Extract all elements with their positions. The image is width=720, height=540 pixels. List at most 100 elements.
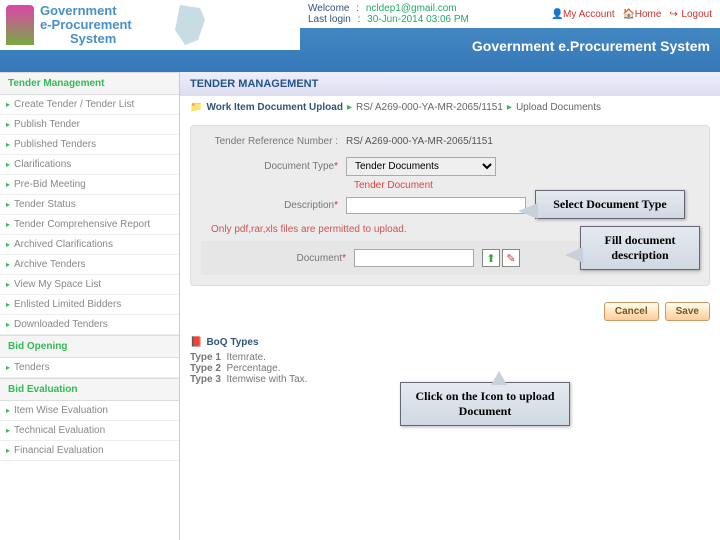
sidebar-head: Bid Evaluation <box>0 378 179 401</box>
boq-head: 📕BoQ Types <box>190 337 710 348</box>
arrow-icon: ▸ <box>6 180 10 189</box>
sidebar-item-label: Create Tender / Tender List <box>14 99 134 110</box>
content: TENDER MANAGEMENT 📁 Work Item Document U… <box>180 72 720 540</box>
sidebar-item-label: View My Space List <box>14 279 101 290</box>
breadcrumb: 📁 Work Item Document Upload ▸ RS/ A269-0… <box>180 96 720 119</box>
system-title: Government e.Procurement System <box>472 38 710 54</box>
sidebar-item-label: Tender Comprehensive Report <box>14 219 150 230</box>
sidebar-item-label: Published Tenders <box>14 139 96 150</box>
arrow-icon: ▸ <box>6 100 10 109</box>
emblem-icon <box>6 5 34 45</box>
user-icon: 👤 <box>551 9 561 19</box>
account-links: 👤My Account 🏠Home ↪Logout <box>551 9 712 20</box>
sidebar-item[interactable]: ▸ Tender Status <box>0 195 179 215</box>
logo-line1: Government <box>40 3 117 18</box>
sidebar-item[interactable]: ▸ Tenders <box>0 358 179 378</box>
sidebar-item-label: Item Wise Evaluation <box>14 405 108 416</box>
arrow-icon: ▸ <box>6 363 10 372</box>
arrow-icon: ▸ <box>6 200 10 209</box>
sidebar-item[interactable]: ▸ Archived Clarifications <box>0 235 179 255</box>
save-button[interactable]: Save <box>665 302 710 321</box>
sidebar-item[interactable]: ▸ Create Tender / Tender List <box>0 95 179 115</box>
sidebar-item-label: Tenders <box>14 362 50 373</box>
upload-icon[interactable]: ⬆ <box>482 249 500 267</box>
arrow-icon: ▸ <box>6 220 10 229</box>
sidebar-item[interactable]: ▸ Archive Tenders <box>0 255 179 275</box>
breadcrumb-tail: Upload Documents <box>516 102 601 113</box>
sidebar-item-label: Clarifications <box>14 159 71 170</box>
logo-line3: System <box>70 31 116 46</box>
sidebar-item-label: Archive Tenders <box>14 259 86 270</box>
sidebar-item-label: Technical Evaluation <box>14 425 105 436</box>
boq-row: Type 1 Itemrate. <box>190 352 710 363</box>
welcome-value: ncldep1@gmail.com <box>366 3 457 14</box>
arrow-icon: ▸ <box>6 160 10 169</box>
arrow-icon: ▸ <box>6 406 10 415</box>
doctype-select[interactable]: Tender Documents <box>346 157 496 176</box>
sidebar-item[interactable]: ▸ Clarifications <box>0 155 179 175</box>
logo-text: Government e-Procurement System <box>40 4 132 47</box>
breadcrumb-label: Work Item Document Upload <box>206 102 343 113</box>
ref-value: RS/ A269-000-YA-MR-2065/1151 <box>346 136 493 147</box>
home-icon: 🏠 <box>623 9 633 19</box>
arrow-icon: ▸ <box>6 140 10 149</box>
document-field[interactable] <box>354 249 474 267</box>
welcome-label: Welcome <box>308 3 350 14</box>
desc-input[interactable] <box>346 197 526 214</box>
button-row: Cancel Save <box>180 292 720 331</box>
sidebar-item[interactable]: ▸ Enlisted Limited Bidders <box>0 295 179 315</box>
sidebar-item[interactable]: ▸ Downloaded Tenders <box>0 315 179 335</box>
sidebar-head: Tender Management <box>0 72 179 95</box>
doc-label: Document* <box>209 253 354 264</box>
ref-label: Tender Reference Number : <box>201 136 346 147</box>
sidebar-item[interactable]: ▸ Publish Tender <box>0 115 179 135</box>
arrow-icon: ▸ <box>6 240 10 249</box>
desc-label: Description* <box>201 200 346 211</box>
logout-link[interactable]: ↪Logout <box>669 9 712 20</box>
sidebar-item-label: Archived Clarifications <box>14 239 113 250</box>
breadcrumb-mid: RS/ A269-000-YA-MR-2065/1151 <box>356 102 503 113</box>
sidebar-item-label: Tender Status <box>14 199 76 210</box>
sidebar-item-label: Downloaded Tenders <box>14 319 108 330</box>
page-title: TENDER MANAGEMENT <box>180 72 720 96</box>
user-info: Welcome : ncldep1@gmail.com Last login :… <box>308 3 469 25</box>
sidebar-head: Bid Opening <box>0 335 179 358</box>
callout-description: Fill document description <box>580 226 700 270</box>
home-link[interactable]: 🏠Home <box>623 9 662 20</box>
sidebar-item[interactable]: ▸ View My Space List <box>0 275 179 295</box>
header-top: Welcome : ncldep1@gmail.com Last login :… <box>300 0 720 28</box>
arrow-icon: ▸ <box>6 320 10 329</box>
header: Government e-Procurement System Welcome … <box>0 0 720 72</box>
arrow-icon: ▸ <box>6 446 10 455</box>
arrow-icon: ▸ <box>6 120 10 129</box>
sidebar-item[interactable]: ▸ Published Tenders <box>0 135 179 155</box>
sidebar-item-label: Financial Evaluation <box>14 445 104 456</box>
sidebar-item-label: Publish Tender <box>14 119 80 130</box>
arrow-icon: ▸ <box>6 426 10 435</box>
sidebar-item[interactable]: ▸ Tender Comprehensive Report <box>0 215 179 235</box>
sidebar-item[interactable]: ▸ Financial Evaluation <box>0 441 179 461</box>
sidebar-item-label: Pre-Bid Meeting <box>14 179 86 190</box>
logo-area: Government e-Procurement System <box>0 0 300 50</box>
boq-row: Type 2 Percentage. <box>190 363 710 374</box>
cancel-button[interactable]: Cancel <box>604 302 659 321</box>
sidebar-item-label: Enlisted Limited Bidders <box>14 299 121 310</box>
logo-line2: e-Procurement <box>40 17 132 32</box>
sidebar: Tender Management ▸ Create Tender / Tender… <box>0 72 180 540</box>
callout-upload: Click on the Icon to upload Document <box>400 382 570 426</box>
book-icon: 📕 <box>190 337 202 348</box>
sidebar-item[interactable]: ▸ Technical Evaluation <box>0 421 179 441</box>
my-account-link[interactable]: 👤My Account <box>551 9 615 20</box>
doctype-label: Document Type* <box>201 161 346 172</box>
logout-icon: ↪ <box>669 9 679 19</box>
callout-doctype: Select Document Type <box>535 190 685 219</box>
sign-icon[interactable]: ✎ <box>502 249 520 267</box>
sidebar-item[interactable]: ▸ Item Wise Evaluation <box>0 401 179 421</box>
lastlogin-label: Last login <box>308 14 351 25</box>
arrow-icon: ▸ <box>6 300 10 309</box>
arrow-icon: ▸ <box>6 280 10 289</box>
arrow-icon: ▸ <box>6 260 10 269</box>
map-icon <box>160 0 220 50</box>
lastlogin-value: 30-Jun-2014 03:06 PM <box>367 14 469 25</box>
sidebar-item[interactable]: ▸ Pre-Bid Meeting <box>0 175 179 195</box>
